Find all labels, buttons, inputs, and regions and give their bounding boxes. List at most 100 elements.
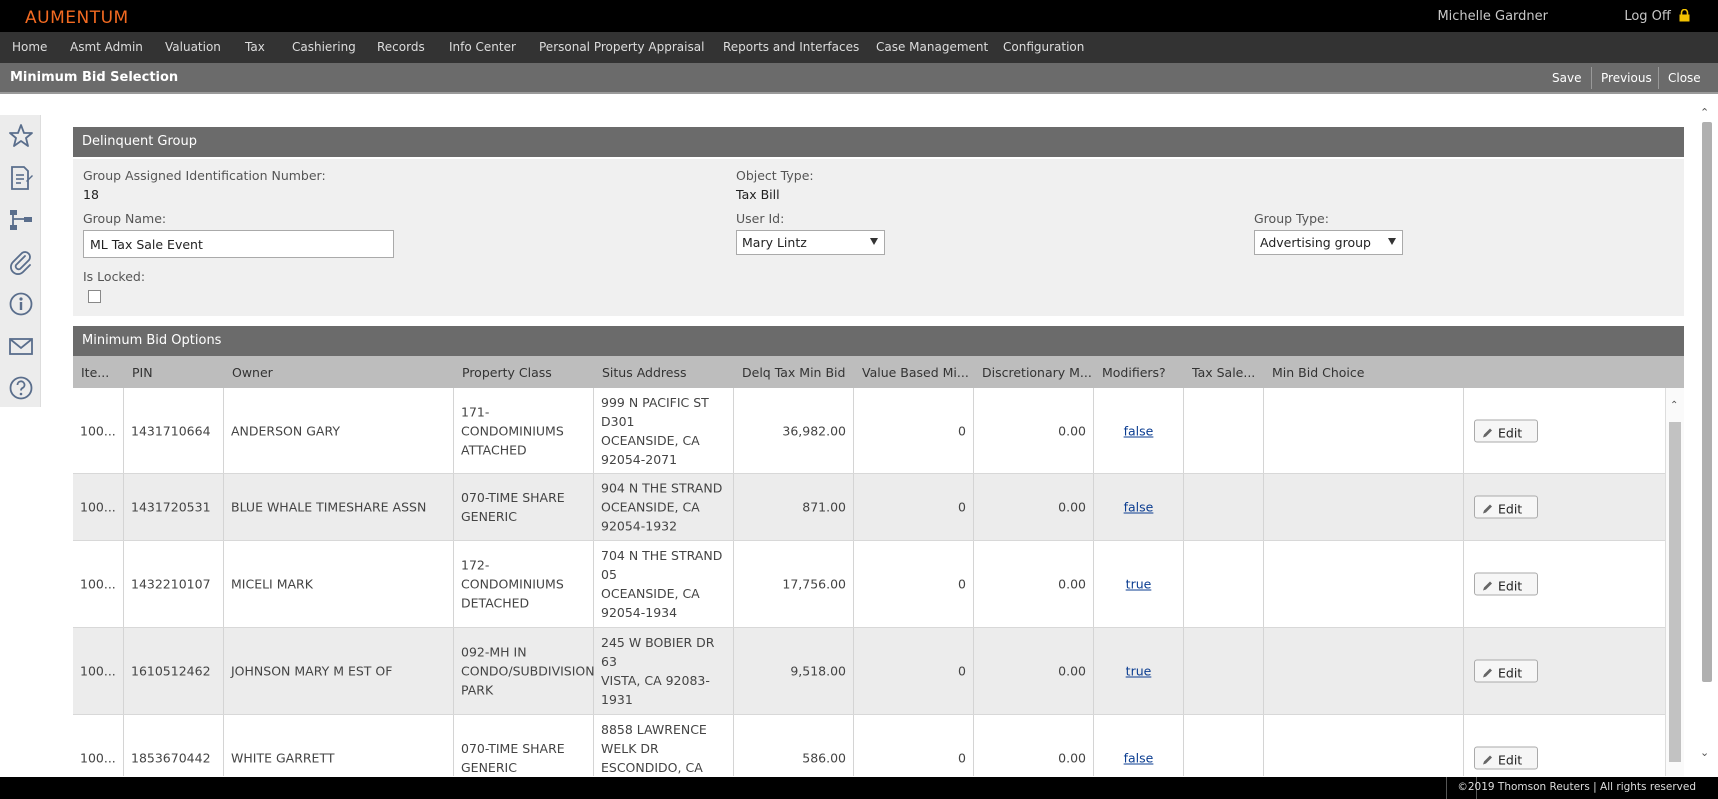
- page-title-bar: Minimum Bid Selection Save Previous Clos…: [0, 63, 1718, 94]
- previous-button[interactable]: Previous: [1601, 71, 1652, 85]
- col-owner[interactable]: Owner: [232, 365, 273, 380]
- nav-records[interactable]: Records: [377, 40, 425, 54]
- table-row[interactable]: 100... 1610512462 JOHNSON MARY M EST OF 092…: [73, 628, 1665, 715]
- cell-pin: 1431720531: [124, 474, 224, 540]
- cell-choice: [1264, 715, 1464, 776]
- edit-button[interactable]: Edit: [1474, 746, 1538, 769]
- table-row[interactable]: 100... 1431710664 ANDERSON GARY 171-CONDOMI…: [73, 388, 1665, 474]
- cell-owner: WHITE GARRETT: [224, 715, 454, 776]
- cell-delq: 586.00: [734, 715, 854, 776]
- group-type-select[interactable]: Advertising group: [1254, 230, 1403, 255]
- cell-tax-sale: [1184, 715, 1264, 776]
- edit-button[interactable]: Edit: [1474, 572, 1538, 596]
- is-locked-label: Is Locked:: [83, 269, 146, 284]
- nav-valuation[interactable]: Valuation: [165, 40, 221, 54]
- page-scroll-up-icon[interactable]: ⌃: [1700, 106, 1709, 119]
- cell-owner: MICELI MARK: [224, 541, 454, 627]
- close-button[interactable]: Close: [1668, 71, 1701, 85]
- page-title: Minimum Bid Selection: [10, 70, 179, 85]
- cell-modifiers: false: [1094, 388, 1184, 473]
- cell-tax-sale: [1184, 628, 1264, 714]
- table-scroll-up-icon[interactable]: ⌃: [1670, 400, 1678, 411]
- col-pin[interactable]: PIN: [132, 365, 153, 380]
- cell-text: 36,982.00: [782, 423, 846, 438]
- table-row[interactable]: 100... 1431720531 BLUE WHALE TIMESHARE ASS…: [73, 474, 1665, 541]
- cell-discretionary: 0.00: [974, 715, 1094, 776]
- logoff-link[interactable]: Log Off: [1624, 9, 1690, 24]
- is-locked-checkbox[interactable]: [88, 290, 101, 303]
- mail-icon[interactable]: [8, 333, 34, 359]
- cell-text: 0: [958, 576, 966, 592]
- nav-info-center[interactable]: Info Center: [449, 40, 516, 54]
- col-item[interactable]: Ite...: [81, 365, 121, 380]
- cell-item: 100...: [73, 628, 124, 714]
- address-line: 92054-1932: [601, 518, 678, 534]
- cell-text: 0: [958, 499, 966, 515]
- modifiers-link[interactable]: false: [1124, 423, 1154, 438]
- modifiers-link[interactable]: false: [1124, 750, 1154, 765]
- user-id-value: Mary Lintz: [742, 235, 807, 250]
- address-line: WELK DR: [601, 740, 659, 756]
- brand-logo[interactable]: AUMENTUM: [25, 8, 129, 28]
- col-property-class[interactable]: Property Class: [462, 365, 552, 380]
- user-id-select[interactable]: Mary Lintz: [736, 230, 885, 255]
- info-icon[interactable]: [8, 291, 34, 317]
- document-edit-icon[interactable]: [8, 165, 34, 191]
- edit-button[interactable]: Edit: [1474, 659, 1538, 683]
- table-row[interactable]: 100... 1432210107 MICELI MARK 172-CONDOMINI…: [73, 541, 1665, 628]
- col-value-based[interactable]: Value Based Mi...: [862, 365, 969, 380]
- cell-text: 0.00: [1058, 423, 1086, 438]
- modifiers-link[interactable]: true: [1126, 664, 1152, 679]
- star-icon[interactable]: [8, 123, 34, 149]
- nav-cashiering[interactable]: Cashiering: [292, 40, 356, 54]
- table-scrollbar[interactable]: ⌃: [1665, 388, 1684, 776]
- hierarchy-icon[interactable]: [8, 207, 34, 233]
- delinquent-group-header: Delinquent Group: [73, 127, 1684, 157]
- edit-button[interactable]: Edit: [1474, 495, 1538, 519]
- nav-reports[interactable]: Reports and Interfaces: [723, 40, 859, 54]
- cell-modifiers: true: [1094, 628, 1184, 714]
- nav-configuration[interactable]: Configuration: [1003, 40, 1084, 54]
- cell-text: WHITE GARRETT: [231, 750, 335, 765]
- nav-personal-property[interactable]: Personal Property Appraisal: [539, 40, 704, 54]
- col-situs-address[interactable]: Situs Address: [602, 365, 687, 380]
- modifiers-link[interactable]: false: [1124, 500, 1154, 515]
- minimum-bid-options-header: Minimum Bid Options: [73, 326, 1684, 356]
- cell-delq: 871.00: [734, 474, 854, 540]
- main-nav: Home Asmt Admin Valuation Tax Cashiering…: [0, 32, 1718, 63]
- cell-modifiers: false: [1094, 474, 1184, 540]
- pencil-icon: [1483, 755, 1492, 764]
- page-scrollbar[interactable]: [1702, 122, 1712, 682]
- col-min-bid-choice[interactable]: Min Bid Choice: [1272, 365, 1364, 380]
- edit-label: Edit: [1498, 425, 1523, 440]
- col-modifiers[interactable]: Modifiers?: [1102, 365, 1166, 380]
- paperclip-icon[interactable]: [8, 249, 34, 275]
- cell-address: 245 W BOBIER DR 63 VISTA, CA 92083- 1931: [594, 628, 734, 714]
- nav-home[interactable]: Home: [12, 40, 47, 54]
- current-user[interactable]: Michelle Gardner: [1437, 9, 1548, 24]
- cell-item: 100...: [73, 388, 124, 473]
- nav-asmt-admin[interactable]: Asmt Admin: [70, 40, 143, 54]
- group-name-input[interactable]: ML Tax Sale Event: [83, 230, 394, 258]
- cell-text: 17,756.00: [782, 576, 846, 592]
- col-delq-tax-min-bid[interactable]: Delq Tax Min Bid: [742, 365, 845, 380]
- help-icon[interactable]: [8, 375, 34, 401]
- modifiers-link[interactable]: true: [1126, 577, 1152, 592]
- logoff-label[interactable]: Log Off: [1624, 9, 1671, 24]
- cell-discretionary: 0.00: [974, 628, 1094, 714]
- cell-text: ANDERSON GARY: [231, 423, 340, 438]
- col-tax-sale[interactable]: Tax Sale...: [1192, 365, 1255, 380]
- cell-text: 0.00: [1058, 663, 1086, 679]
- col-discretionary[interactable]: Discretionary M...: [982, 365, 1092, 380]
- edit-button[interactable]: Edit: [1474, 419, 1538, 442]
- page-scroll-down-icon[interactable]: ⌄: [1700, 746, 1709, 759]
- table-scroll-thumb[interactable]: [1669, 422, 1681, 762]
- nav-case-management[interactable]: Case Management: [876, 40, 988, 54]
- cell-pin: 1610512462: [124, 628, 224, 714]
- cell-modifiers: true: [1094, 541, 1184, 627]
- nav-tax[interactable]: Tax: [245, 40, 265, 54]
- cell-text: 586.00: [802, 750, 846, 765]
- table-row[interactable]: 100... 1853670442 WHITE GARRETT 070-TIME SH…: [73, 715, 1665, 776]
- save-button[interactable]: Save: [1552, 71, 1581, 85]
- cell-text: 100...: [80, 576, 116, 592]
